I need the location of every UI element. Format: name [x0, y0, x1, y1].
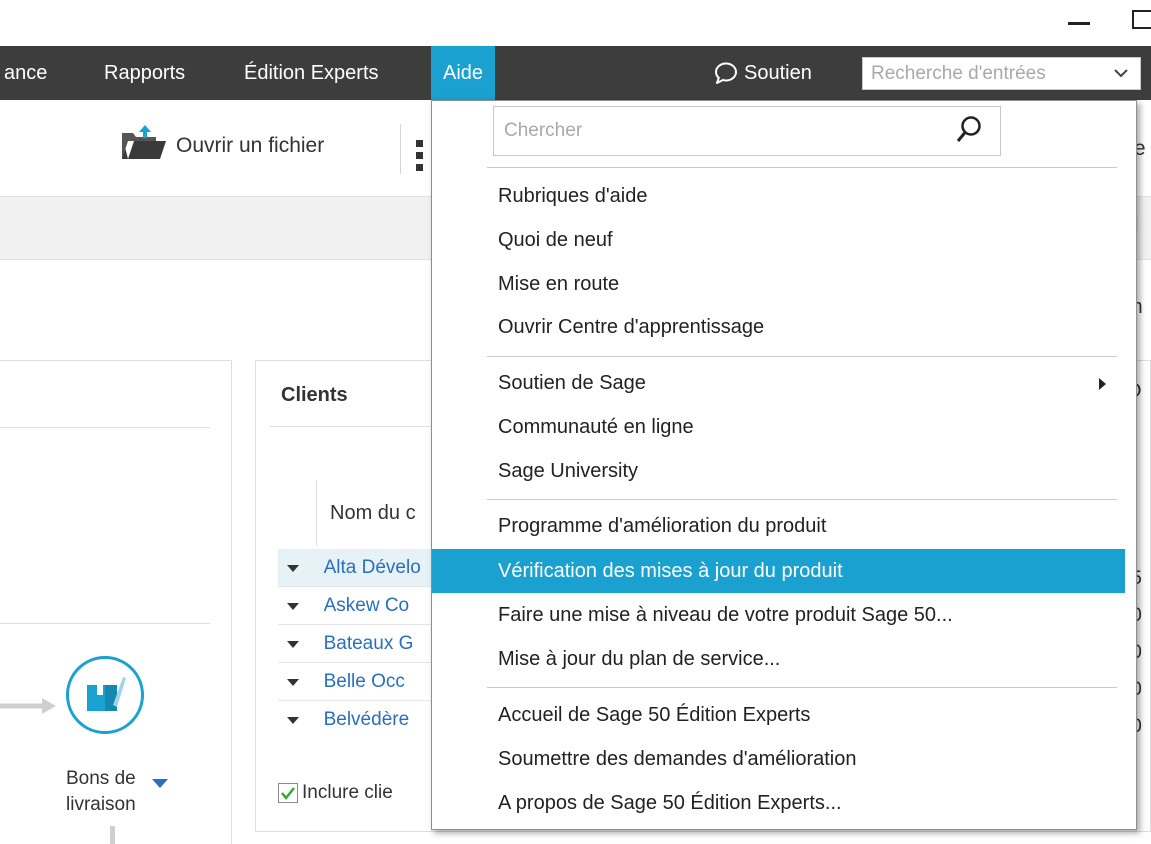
- row-menu-caret-icon[interactable]: [278, 715, 308, 725]
- submenu-arrow-icon: [1099, 378, 1106, 390]
- window-titlebar: [0, 0, 1151, 46]
- table-row[interactable]: Alta Dévelo: [278, 549, 438, 586]
- menu-item-finance[interactable]: ance: [4, 46, 47, 100]
- include-checkbox[interactable]: [278, 783, 298, 803]
- help-search-box[interactable]: [493, 106, 1001, 156]
- menu-item-sage-support[interactable]: Soutien de Sage: [432, 361, 1125, 405]
- menu-separator: [487, 167, 1117, 168]
- menu-item-about[interactable]: A propos de Sage 50 Édition Experts...: [432, 781, 1125, 825]
- client-name-link[interactable]: Alta Dévelo: [324, 557, 438, 579]
- table-row[interactable]: Bateaux G: [278, 625, 438, 662]
- search-icon[interactable]: [956, 115, 984, 151]
- menu-item-sage-university[interactable]: Sage University: [432, 449, 1125, 493]
- clients-panel-title: Clients: [281, 384, 348, 406]
- menu-item-getting-started[interactable]: Mise en route: [432, 262, 1125, 306]
- table-row[interactable]: Belle Occ: [278, 663, 438, 700]
- open-file-label: Ouvrir un fichier: [176, 134, 325, 157]
- row-menu-caret-icon[interactable]: [278, 601, 308, 611]
- menu-item-rapports[interactable]: Rapports: [104, 46, 185, 100]
- column-header-client-name[interactable]: Nom du c: [330, 502, 416, 525]
- entry-search-input[interactable]: [862, 57, 1141, 90]
- table-row[interactable]: Belvédère: [278, 701, 438, 738]
- menu-separator: [487, 687, 1117, 688]
- include-clients-label: Inclure clie: [302, 782, 393, 803]
- entry-search-field[interactable]: [863, 58, 1103, 89]
- speech-bubble-icon: [714, 62, 738, 84]
- flow-arrow-icon: [0, 696, 60, 722]
- client-name-link[interactable]: Askew Co: [324, 595, 438, 617]
- panel-divider: [0, 427, 210, 428]
- menu-item-improvement-program[interactable]: Programme d'amélioration du produit: [432, 504, 1125, 548]
- table-row[interactable]: Askew Co: [278, 587, 438, 624]
- row-menu-caret-icon[interactable]: [278, 639, 308, 649]
- toolbar-separator: [400, 124, 401, 174]
- panel-divider: [270, 426, 440, 427]
- include-clients-option[interactable]: Inclure clie: [278, 782, 393, 804]
- menu-separator: [487, 356, 1117, 357]
- panel-divider: [0, 623, 210, 624]
- help-search-input[interactable]: [494, 107, 934, 155]
- menu-item-whats-new[interactable]: Quoi de neuf: [432, 218, 1125, 262]
- menu-item-check-updates[interactable]: Vérification des mises à jour du produit: [432, 549, 1125, 593]
- menu-item-learning-center[interactable]: Ouvrir Centre d'apprentissage: [432, 305, 1125, 349]
- row-menu-caret-icon[interactable]: [278, 563, 308, 573]
- column-divider: [316, 480, 317, 546]
- menu-item-upgrade-product[interactable]: Faire une mise à niveau de votre produit…: [432, 593, 1125, 637]
- client-name-link[interactable]: Belle Occ: [324, 671, 438, 693]
- toolbar-more-icon[interactable]: [416, 140, 424, 174]
- menu-item-service-plan-update[interactable]: Mise à jour du plan de service...: [432, 637, 1125, 681]
- menu-item-sage-home[interactable]: Accueil de Sage 50 Édition Experts: [432, 693, 1125, 737]
- delivery-note-icon[interactable]: [66, 656, 144, 734]
- row-menu-caret-icon[interactable]: [278, 677, 308, 687]
- client-name-link[interactable]: Belvédère: [324, 709, 438, 731]
- minimize-icon[interactable]: [1068, 22, 1090, 25]
- menu-item-aide[interactable]: Aide: [431, 46, 496, 100]
- menu-separator: [487, 499, 1117, 500]
- dropdown-caret-icon[interactable]: [150, 774, 170, 797]
- support-link[interactable]: Soutien: [714, 46, 812, 100]
- support-label: Soutien: [744, 62, 812, 84]
- menu-item-online-community[interactable]: Communauté en ligne: [432, 405, 1125, 449]
- client-name-link[interactable]: Bateaux G: [324, 633, 438, 655]
- open-folder-icon: [120, 123, 170, 169]
- menu-item-submit-requests[interactable]: Soumettre des demandes d'amélioration: [432, 737, 1125, 781]
- chevron-down-icon[interactable]: [1112, 64, 1130, 88]
- maximize-icon[interactable]: [1132, 10, 1151, 29]
- menu-item-edition-experts[interactable]: Édition Experts: [244, 46, 379, 100]
- flow-connector: [110, 826, 115, 844]
- menu-item-help-topics[interactable]: Rubriques d'aide: [432, 174, 1125, 218]
- open-file-button[interactable]: Ouvrir un fichier: [120, 123, 325, 169]
